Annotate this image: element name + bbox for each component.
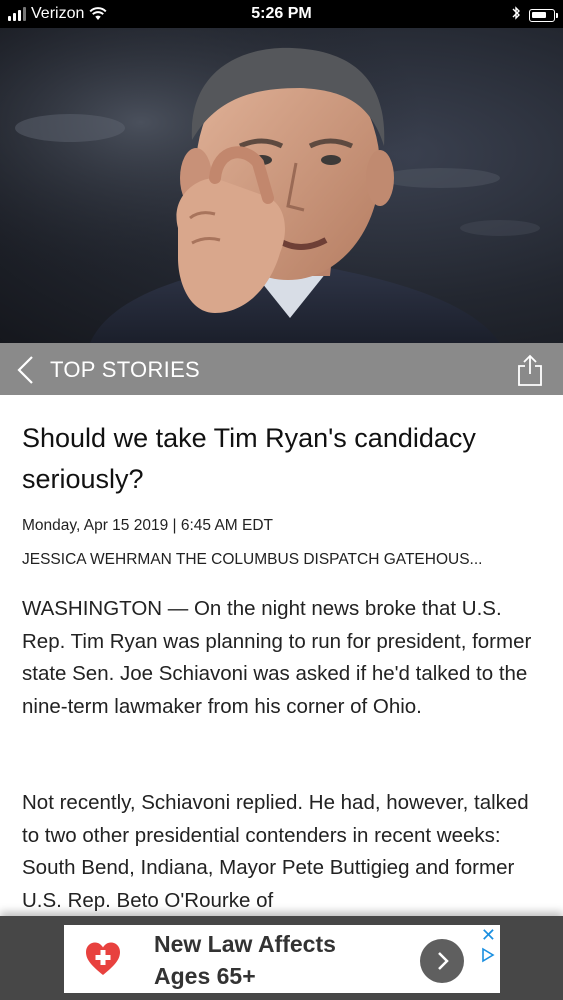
ad-line-1: New Law Affects — [154, 931, 336, 957]
article-byline: JESSICA WEHRMAN THE COLUMBUS DISPATCH GA… — [22, 551, 483, 568]
health-heart-icon — [86, 942, 120, 975]
share-icon[interactable] — [515, 353, 545, 387]
ad-banner[interactable]: New Law Affects Ages 65+ ✕ — [64, 925, 500, 993]
speaker-photo-illustration — [0, 28, 563, 343]
ad-close-icon[interactable]: ✕ — [481, 925, 496, 945]
ad-headline: New Law Affects Ages 65+ — [154, 928, 336, 992]
battery-icon — [529, 9, 558, 22]
article-paragraph: WASHINGTON — On the night news broke tha… — [22, 597, 532, 718]
article-headline: Should we take Tim Ryan's candidacy seri… — [22, 423, 476, 494]
section-nav-bar: TOP STORIES — [0, 343, 563, 395]
ad-arrow-button[interactable] — [420, 939, 464, 983]
hero-photo — [0, 28, 563, 343]
ad-container: New Law Affects Ages 65+ ✕ — [0, 916, 563, 1000]
article-dateline: Monday, Apr 15 2019 | 6:45 AM EDT — [22, 517, 274, 534]
status-time: 5:26 PM — [251, 5, 312, 22]
back-chevron-icon[interactable] — [14, 355, 38, 385]
status-bar: Verizon 5:26 PM — [0, 0, 563, 28]
article-paragraph: Not recently, Schiavoni replied. He had,… — [22, 791, 529, 912]
adchoices-icon[interactable] — [481, 947, 495, 963]
section-title[interactable]: TOP STORIES — [50, 357, 200, 383]
status-right — [511, 5, 558, 26]
bluetooth-icon — [511, 5, 521, 26]
ad-line-2: Ages 65+ — [154, 963, 256, 989]
chevron-right-icon — [438, 952, 449, 970]
